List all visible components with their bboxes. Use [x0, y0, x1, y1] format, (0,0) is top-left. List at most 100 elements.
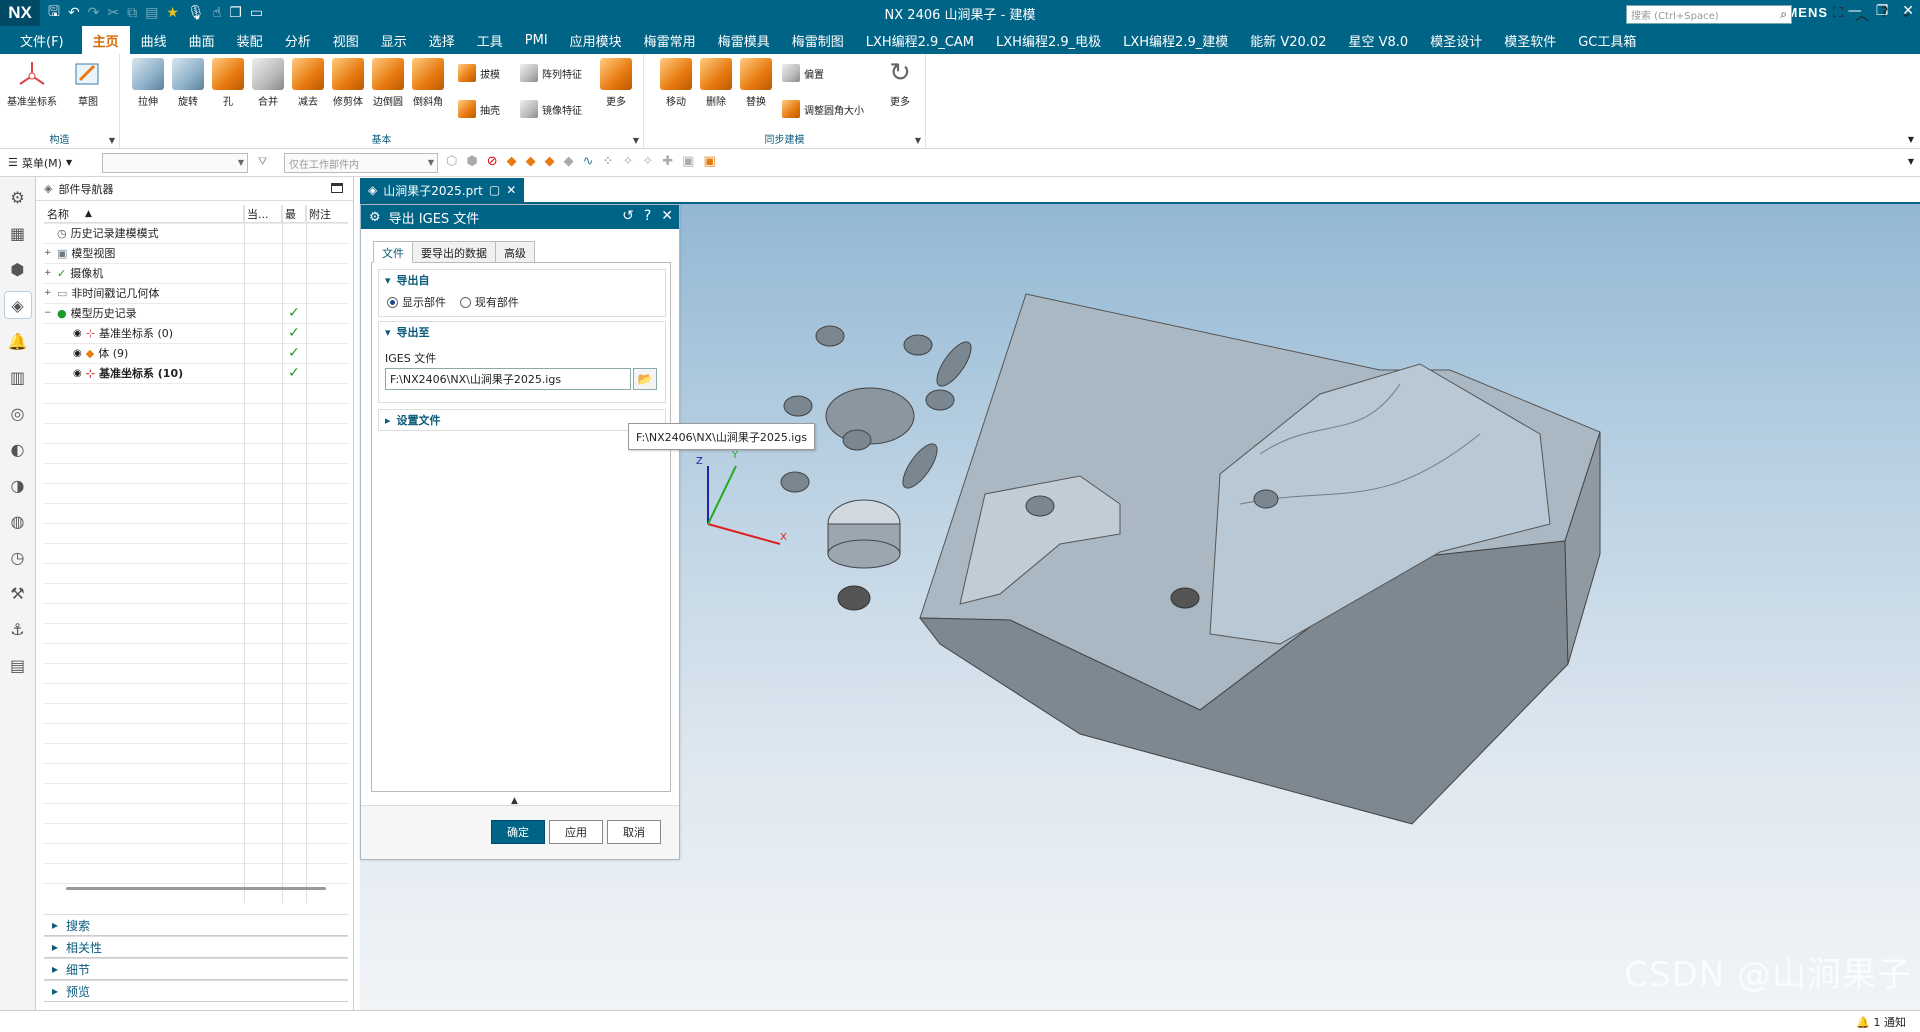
menu-item-4[interactable]: 装配 [226, 26, 274, 54]
edge-blend-button[interactable]: 边倒圆 [368, 58, 408, 108]
deselect-icon[interactable]: ⬢ [466, 154, 477, 169]
chevron-down-icon[interactable]: ⌄ [1900, 5, 1912, 25]
tab-data-to-export[interactable]: 要导出的数据 [412, 241, 496, 263]
reuse-library-icon[interactable]: ▥ [4, 363, 32, 391]
more-sync-button[interactable]: ↻ 更多 [880, 58, 920, 108]
table-row[interactable]: + ✓ 摄像机 [44, 263, 348, 283]
stop-icon[interactable]: ⊘ [487, 154, 498, 169]
menu-item-20[interactable]: 模圣设计 [1419, 26, 1493, 54]
sketch-button[interactable]: 草图 [68, 58, 108, 108]
main-menu-button[interactable]: ☰ 菜单(M) ▼ [8, 155, 72, 171]
menu-item-1[interactable]: 主页 [81, 26, 130, 54]
tree-expander-icon[interactable]: + [44, 288, 53, 298]
filter-icon[interactable]: ⛛ [258, 155, 267, 169]
save-icon[interactable]: 🖫 [48, 1, 60, 25]
ok-button[interactable]: 确定 [491, 820, 545, 844]
document-tab[interactable]: ◈ 山涧果子2025.prt ▢ ✕ [360, 178, 525, 202]
paste-icon[interactable]: ▤ [145, 5, 158, 21]
reset-icon[interactable]: ↺ [622, 208, 634, 224]
microphone-icon[interactable]: 🎙 [187, 5, 205, 21]
menu-item-5[interactable]: 分析 [274, 26, 322, 54]
close-tab-icon[interactable]: ✕ [506, 183, 516, 197]
move-face-button[interactable]: 移动 [656, 58, 696, 108]
trim-body-button[interactable]: 修剪体 [328, 58, 368, 108]
copy-icon[interactable]: ⧉ [127, 5, 137, 21]
type-filter-dropdown[interactable]: ▼ [102, 153, 248, 173]
hd3d-tools-icon[interactable]: ◎ [4, 399, 32, 427]
menu-item-18[interactable]: 能新 V20.02 [1239, 26, 1337, 54]
close-icon[interactable]: ✕ [661, 208, 673, 224]
settings-file-header[interactable]: ▸ 设置文件 [379, 410, 665, 430]
tree-expander-icon[interactable]: + [44, 268, 53, 278]
menu-item-6[interactable]: 视图 [322, 26, 370, 54]
menu-item-12[interactable]: 梅雷常用 [633, 26, 707, 54]
chevron-down-icon[interactable]: ▼ [109, 136, 115, 145]
mirror-feature-button[interactable]: 镜像特征 [520, 100, 582, 118]
revolve-button[interactable]: 旋转 [168, 58, 208, 108]
table-row[interactable]: ◷ 历史记录建模模式 [44, 223, 348, 243]
subtract-button[interactable]: 减去 [288, 58, 328, 108]
undo-icon[interactable]: ↶ [68, 5, 80, 21]
touch-mode-icon[interactable]: ☝ [213, 5, 222, 21]
layout-icon[interactable]: ▤ [4, 651, 32, 679]
menu-item-9[interactable]: 工具 [466, 26, 514, 54]
constraint-navigator-icon[interactable]: ⬢ [4, 255, 32, 283]
table-row[interactable]: ◉ ⊹ 基准坐标系 (0) ✓ [44, 323, 348, 343]
export-to-header[interactable]: ▾ 导出至 [379, 322, 665, 342]
tab-advanced[interactable]: 高级 [495, 241, 535, 263]
favorites-star-icon[interactable]: ★ [166, 5, 179, 21]
hole-button[interactable]: 孔 [208, 58, 248, 108]
collapse-ribbon-icon[interactable]: ︿ [1855, 5, 1869, 25]
datum-csys-button[interactable]: 基准坐标系 [6, 58, 58, 108]
table-row[interactable]: + ▭ 非时间戳记几何体 [44, 283, 348, 303]
replace-face-button[interactable]: 替换 [736, 58, 776, 108]
gear-icon[interactable]: ⚙ [369, 210, 381, 225]
component-select-icon[interactable]: ◆ [564, 154, 574, 169]
extrude-button[interactable]: 拉伸 [128, 58, 168, 108]
column-header-notes[interactable]: 附注 [306, 205, 348, 223]
chevron-down-icon[interactable]: ▼ [633, 136, 639, 145]
menu-item-7[interactable]: 显示 [370, 26, 418, 54]
feature-select-icon[interactable]: ◆ [545, 154, 555, 169]
window-switch-icon[interactable]: ❐ [229, 5, 242, 21]
process-studio-icon[interactable]: ⚓ [4, 615, 32, 643]
radio-displayed-part[interactable]: 显示部件 [387, 294, 446, 310]
body-select-icon[interactable]: ◆ [507, 154, 517, 169]
menu-item-2[interactable]: 曲线 [130, 26, 178, 54]
table-row[interactable]: ◉ ⊹ 基准坐标系 (10) ✓ [44, 363, 348, 383]
unite-button[interactable]: 合并 [248, 58, 288, 108]
menu-item-13[interactable]: 梅雷模具 [707, 26, 781, 54]
shell-button[interactable]: 抽壳 [458, 100, 500, 118]
select-all-icon[interactable]: ⬡ [446, 154, 457, 169]
web-browser-icon[interactable]: ◐ [4, 435, 32, 463]
menu-item-21[interactable]: 模圣软件 [1493, 26, 1567, 54]
face-select-icon[interactable]: ◆ [526, 154, 536, 169]
assembly-navigator-icon[interactable]: ▦ [4, 219, 32, 247]
chamfer-button[interactable]: 倒斜角 [408, 58, 448, 108]
menu-item-16[interactable]: LXH编程2.9_电极 [985, 26, 1112, 54]
clock-history-icon[interactable]: ◷ [4, 543, 32, 571]
box-tool-icon[interactable]: ▣ [703, 154, 715, 169]
curve-rule-icon[interactable]: ∿ [583, 154, 594, 169]
section-details[interactable]: ▸ 细节 [44, 958, 348, 980]
fullscreen-icon[interactable]: ⛶ [1833, 5, 1843, 25]
menu-item-15[interactable]: LXH编程2.9_CAM [855, 26, 985, 54]
horizontal-scrollbar[interactable] [66, 887, 326, 890]
search-icon[interactable]: ⌕ [1780, 7, 1787, 22]
command-search-input[interactable]: 搜索 (Ctrl+Space) ⌕ [1626, 5, 1792, 24]
ribbon-options-chevron-icon[interactable]: ▼ [1908, 135, 1914, 144]
browse-folder-icon[interactable]: 📂 [633, 368, 657, 390]
table-row[interactable]: ◉ ◆ 体 (9) ✓ [44, 343, 348, 363]
snap-mid-icon[interactable]: ✧ [642, 154, 653, 169]
draft-button[interactable]: 拔模 [458, 64, 500, 82]
pin-icon[interactable]: ▢ [489, 183, 500, 197]
help-icon[interactable]: ? [644, 208, 651, 224]
resize-blend-button[interactable]: 调整圆角大小 [782, 100, 864, 118]
visibility-eye-icon[interactable]: ◉ [73, 348, 82, 359]
snap-point-icon[interactable]: ⁘ [603, 154, 614, 169]
globe-icon[interactable]: ◍ [4, 507, 32, 535]
part-navigator-icon[interactable]: ◈ [3, 291, 32, 319]
chevron-down-icon[interactable]: ▼ [1908, 157, 1914, 166]
tab-file[interactable]: 文件 [373, 241, 413, 263]
snap-center-icon[interactable]: ✚ [662, 154, 673, 169]
